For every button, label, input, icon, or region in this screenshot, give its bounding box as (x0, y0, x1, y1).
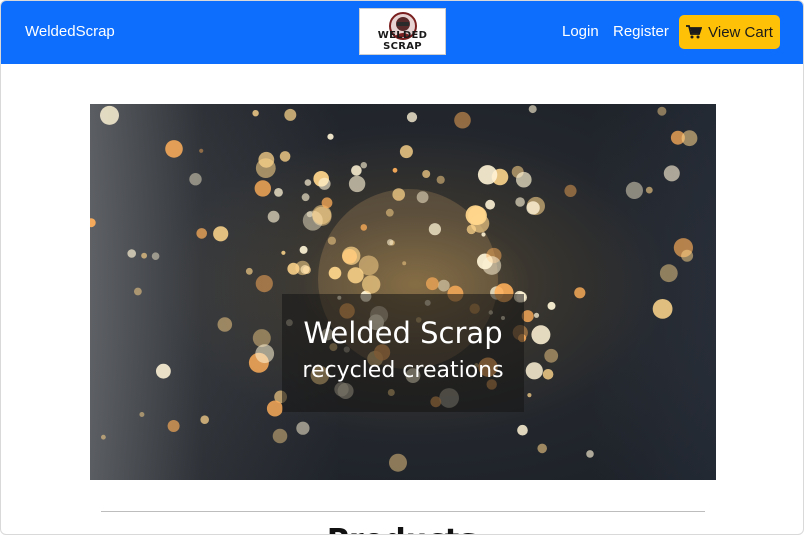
products-heading: Products (1, 523, 803, 534)
hero-caption: Welded Scrap recycled creations (282, 294, 524, 412)
top-navbar: WeldedScrap WELDED SCRAP Login Register … (1, 1, 803, 64)
view-cart-label: View Cart (708, 23, 773, 41)
hero-banner: Welded Scrap recycled creations (90, 104, 716, 480)
brand-link[interactable]: WeldedScrap (25, 23, 115, 40)
login-link[interactable]: Login (562, 23, 599, 40)
section-divider (101, 511, 705, 512)
hero-title: Welded Scrap (303, 316, 503, 350)
view-cart-button[interactable]: View Cart (679, 15, 780, 49)
site-logo[interactable]: WELDED SCRAP (359, 8, 446, 55)
hero-subtitle: recycled creations (302, 358, 504, 383)
shopping-cart-icon (686, 25, 703, 39)
logo-wordmark: WELDED SCRAP (377, 30, 428, 52)
register-link[interactable]: Register (613, 23, 669, 40)
browser-viewport: WeldedScrap WELDED SCRAP Login Register … (0, 0, 804, 535)
welding-sparks-image (90, 105, 698, 472)
